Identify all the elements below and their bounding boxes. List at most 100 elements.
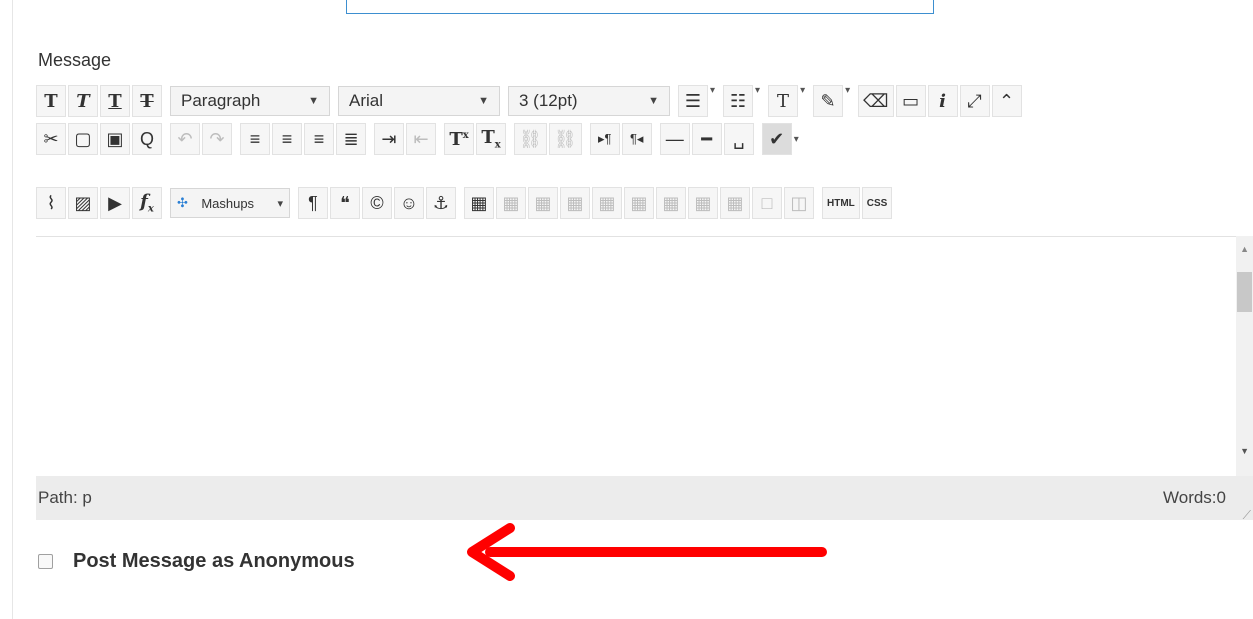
css-button[interactable]: CSS [861,187,893,219]
anonymous-label[interactable]: Post Message as Anonymous [73,550,355,573]
bold-button[interactable]: T [36,85,66,117]
table-icon: ▦ [470,192,488,213]
insert-table-button[interactable]: ▦ [464,187,494,219]
blockquote-button[interactable]: ❝ [330,187,360,219]
editor-status-bar: Path: p Words:0 [36,476,1253,520]
insert-col-after-button[interactable]: ▦ [688,187,718,219]
ltr-button[interactable]: ▸¶ [589,123,620,155]
insert-link-button[interactable]: ⛓ [514,123,547,155]
clear-format-button[interactable]: ⌫ [858,85,894,117]
delete-row-button[interactable]: ▦ [624,187,654,219]
table-row-props-button[interactable]: ▦ [496,187,526,219]
align-justify-button[interactable]: ≣ [336,123,366,155]
insert-row-after-button[interactable]: ▦ [592,187,622,219]
find-button[interactable]: Q [132,123,162,155]
highlight-button[interactable]: ✎ [813,85,844,117]
expand-icon: ⤢ [967,90,982,111]
delete-col-button[interactable]: ▦ [720,187,750,219]
subject-input[interactable] [346,0,934,14]
resize-grip-icon[interactable]: ⟋ [1243,508,1251,523]
split-cells-button[interactable]: ◫ [784,187,814,219]
paste-button[interactable]: ▣ [100,123,130,155]
italic-button[interactable]: T [68,85,98,117]
thick-rule-icon: ━ [701,128,713,149]
text-color-button[interactable]: T [768,85,799,117]
undo-icon: ↶ [177,128,193,149]
show-blocks-button[interactable]: ¶ [298,187,328,219]
attach-file-button[interactable]: ⌇ [36,187,66,219]
underline-button[interactable]: T [100,85,130,117]
cut-button[interactable]: ✂ [36,123,66,155]
insert-image-button[interactable]: ▨ [68,187,98,219]
html-source-button[interactable]: HTML [822,187,860,219]
numbered-list-dropdown[interactable]: ▾ [755,85,760,117]
message-editor: T T T T Paragraph ▼ Arial ▼ 3 (12pt) ▼ ☰… [36,84,1253,523]
text-color-dropdown[interactable]: ▾ [800,85,805,117]
font-size-select[interactable]: 3 (12pt) ▼ [508,86,670,116]
table-cell-props-button[interactable]: ▦ [528,187,558,219]
marker-icon: ✎ [820,90,836,111]
strikethrough-button[interactable]: T [132,85,162,117]
chevron-down-icon: ▾ [277,197,283,210]
subscript-button[interactable]: Tx [476,123,506,155]
font-family-select[interactable]: Arial ▼ [338,86,500,116]
anonymous-option[interactable]: Post Message as Anonymous [38,550,355,573]
font-size-value: 3 (12pt) [519,91,578,110]
horizontal-rule-button[interactable]: — [659,123,690,155]
chevron-down-icon: ▼ [308,95,319,107]
indent-button[interactable]: ⇥ [374,123,404,155]
anonymous-checkbox[interactable] [38,554,53,569]
scroll-up-icon[interactable]: ▲ [1240,244,1249,254]
page-left-rule [12,0,13,619]
spellcheck-dropdown[interactable]: ▾ [794,134,799,145]
scissors-icon: ✂ [43,128,59,149]
insert-col-before-button[interactable]: ▦ [656,187,686,219]
highlight-dropdown[interactable]: ▾ [845,85,850,117]
numbered-list-icon: ☷ [729,90,747,111]
table-icon: ▦ [566,192,584,213]
redo-button[interactable]: ↷ [202,123,232,155]
align-left-icon: ≡ [249,128,261,149]
scroll-thumb[interactable] [1237,272,1252,312]
thick-rule-button[interactable]: ━ [691,123,722,155]
css-label: CSS [866,197,888,209]
table-icon: ▦ [502,192,520,213]
fullscreen-button[interactable]: ⤢ [959,85,990,117]
element-path[interactable]: Path: p [38,488,92,508]
preview-button[interactable]: ▭ [895,85,926,117]
align-center-button[interactable]: ≡ [272,123,302,155]
emoticon-button[interactable]: ☺ [394,187,424,219]
bullet-list-button[interactable]: ☰ [678,85,708,117]
math-equation-button[interactable]: fx [132,187,162,219]
insert-row-before-button[interactable]: ▦ [560,187,590,219]
mashups-select[interactable]: ✣ Mashups ▾ [170,188,290,218]
spellcheck-button[interactable]: ✔ [761,123,792,155]
numbered-list-button[interactable]: ☷ [723,85,754,117]
bullet-list-dropdown[interactable]: ▾ [710,85,715,117]
space-icon: ␣ [733,128,745,149]
superscript-button[interactable]: Tx [444,123,474,155]
info-icon: i [939,90,946,112]
toolbar-row-2: ✂ ▢ ▣ Q ↶ ↷ ≡ ≡ ≡ ≣ ⇥ ⇤ Tx Tx ⛓ ⛓ ▸¶ ¶◂ … [36,122,801,156]
format-block-select[interactable]: Paragraph ▼ [170,86,330,116]
superscript-glyph: T [449,128,463,150]
align-left-button[interactable]: ≡ [240,123,270,155]
special-character-button[interactable]: © [362,187,392,219]
merge-cells-button[interactable]: □ [752,187,782,219]
anchor-button[interactable]: ⚓ [426,187,456,219]
insert-media-button[interactable]: ▶ [100,187,130,219]
align-right-icon: ≡ [313,128,325,149]
align-right-button[interactable]: ≡ [304,123,334,155]
scroll-down-icon[interactable]: ▼ [1240,446,1249,456]
undo-button[interactable]: ↶ [170,123,200,155]
info-button[interactable]: i [927,85,958,117]
collapse-toolbar-button[interactable]: ⌃ [991,85,1022,117]
unlink-button[interactable]: ⛓ [548,123,582,155]
copy-button[interactable]: ▢ [68,123,98,155]
rtl-button[interactable]: ¶◂ [621,123,652,155]
subscript-icon: Tx [481,127,501,151]
table-icon: ▦ [630,192,648,213]
outdent-button[interactable]: ⇤ [406,123,436,155]
editor-content-area[interactable] [36,236,1253,476]
nonbreaking-space-button[interactable]: ␣ [723,123,754,155]
